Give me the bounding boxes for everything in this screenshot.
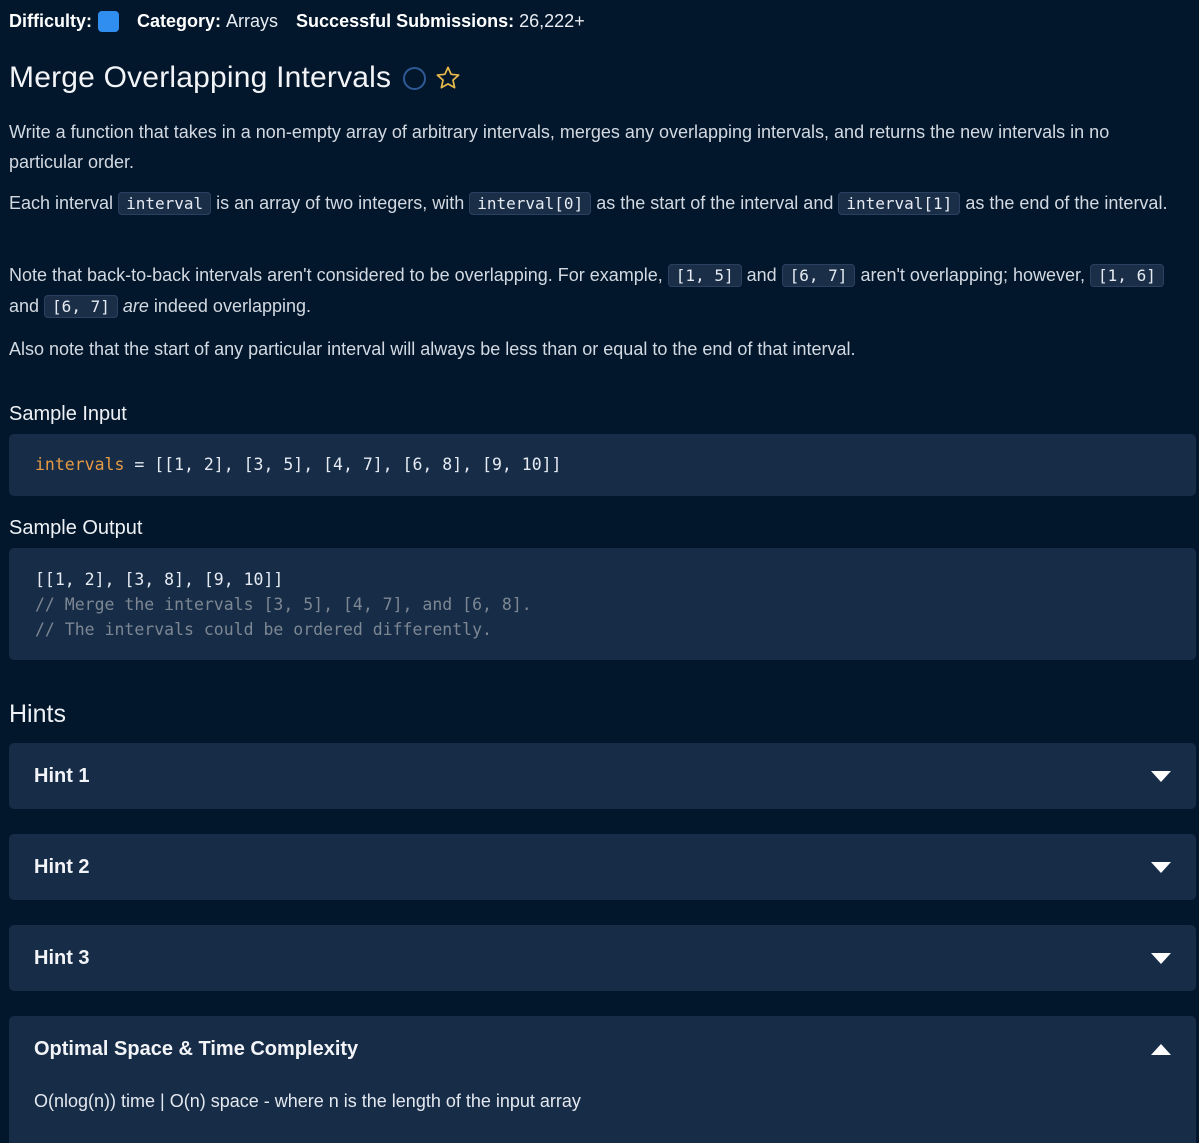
complexity-text: O(nlog(n)) time | O(n) space - where n i… bbox=[34, 1091, 581, 1111]
description-paragraph-1: Write a function that takes in a non-emp… bbox=[9, 122, 1110, 172]
problem-title: Merge Overlapping Intervals bbox=[9, 61, 392, 94]
inline-code: interval[0] bbox=[469, 192, 592, 215]
caret-down-icon bbox=[1151, 952, 1171, 964]
sample-input-label: Sample Input bbox=[9, 403, 127, 425]
description-paragraph-3: Note that back-to-back intervals aren't … bbox=[9, 260, 1169, 322]
code-comment: // Merge the intervals [3, 5], [4, 7], a… bbox=[35, 595, 532, 614]
problem-meta-bar: Difficulty: Category: Arrays Successful … bbox=[9, 10, 585, 32]
category-label: Category: bbox=[137, 10, 222, 31]
inline-code: [6, 7] bbox=[781, 264, 856, 287]
inline-code: [1, 5] bbox=[667, 264, 742, 287]
description-paragraph-4: Also note that the start of any particul… bbox=[9, 339, 856, 359]
category-value: Arrays bbox=[226, 10, 279, 31]
hint-1-toggle[interactable]: Hint 1 bbox=[9, 743, 1196, 809]
hint-3-toggle[interactable]: Hint 3 bbox=[9, 925, 1196, 991]
difficulty-badge-icon bbox=[98, 10, 119, 32]
hint-label: Hint 1 bbox=[34, 764, 90, 787]
caret-down-icon bbox=[1151, 861, 1171, 873]
complexity-label: Optimal Space & Time Complexity bbox=[34, 1037, 359, 1060]
star-outline-icon[interactable] bbox=[435, 65, 461, 91]
hint-label: Hint 3 bbox=[34, 946, 90, 969]
variable-name: intervals bbox=[35, 455, 125, 474]
caret-up-icon bbox=[1151, 1043, 1171, 1055]
caret-down-icon bbox=[1151, 770, 1171, 782]
emphasis-text: are bbox=[122, 296, 149, 316]
hints-heading: Hints bbox=[9, 700, 66, 728]
sample-input-value: = [[1, 2], [3, 5], [4, 7], [6, 8], [9, 1… bbox=[124, 455, 562, 474]
hint-2-toggle[interactable]: Hint 2 bbox=[9, 834, 1196, 900]
difficulty-label: Difficulty: bbox=[9, 10, 92, 31]
complexity-toggle[interactable]: Optimal Space & Time Complexity bbox=[9, 1016, 1196, 1082]
complexity-panel: Optimal Space & Time Complexity O(nlog(n… bbox=[9, 1016, 1196, 1143]
title-row: Merge Overlapping Intervals bbox=[9, 58, 461, 98]
hint-label: Hint 2 bbox=[34, 855, 90, 878]
problem-page: Difficulty: Category: Arrays Successful … bbox=[0, 0, 1199, 1143]
description-paragraph-2: Each interval interval is an array of tw… bbox=[9, 192, 1168, 215]
submissions-label: Successful Submissions: bbox=[296, 10, 515, 31]
inline-code: [1, 6] bbox=[1090, 264, 1164, 287]
sample-output-code: [[1, 2], [3, 8], [9, 10]] // Merge the i… bbox=[9, 548, 1196, 660]
sample-output-label: Sample Output bbox=[9, 517, 143, 539]
code-comment: // The intervals could be ordered differ… bbox=[35, 620, 492, 639]
submissions-value: 26,222+ bbox=[519, 10, 585, 31]
inline-code: interval[1] bbox=[838, 192, 961, 215]
sample-input-code: intervals = [[1, 2], [3, 5], [4, 7], [6,… bbox=[9, 434, 1196, 496]
inline-code: [6, 7] bbox=[44, 295, 118, 318]
circle-outline-icon[interactable] bbox=[403, 66, 427, 90]
sample-output-value: [[1, 2], [3, 8], [9, 10]] bbox=[35, 570, 284, 589]
inline-code: interval bbox=[118, 192, 212, 215]
